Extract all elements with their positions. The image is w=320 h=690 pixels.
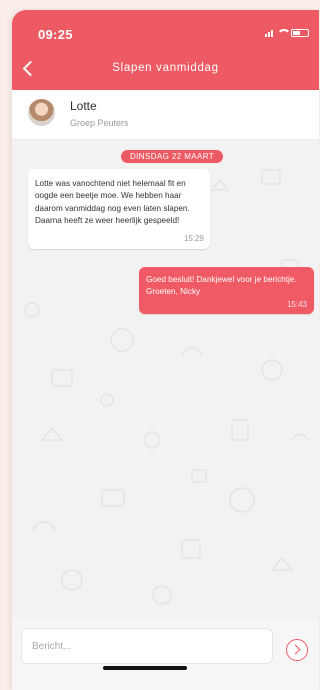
- message-outgoing[interactable]: Goed besluit! Dankjewel voor je berichtj…: [139, 267, 314, 314]
- message-text: Lotte was vanochtend niet helemaal fit e…: [35, 179, 190, 226]
- app-header: 09:25 Slapen vanmiddag: [12, 10, 319, 90]
- message-composer: [12, 620, 319, 690]
- phone-screen: 09:25 Slapen vanmiddag Lotte Groep Peute…: [12, 10, 319, 690]
- contact-group: Groep Peuters: [70, 118, 129, 128]
- battery-icon: [291, 29, 309, 37]
- chat-area[interactable]: DINSDAG 22 MAART Lotte was vanochtend ni…: [12, 140, 319, 620]
- message-time: 15:43: [286, 299, 307, 309]
- contact-header[interactable]: Lotte Groep Peuters: [12, 90, 319, 140]
- message-input[interactable]: [21, 628, 273, 664]
- home-indicator: [103, 666, 187, 670]
- signal-icon: [265, 29, 273, 37]
- avatar: [28, 99, 55, 126]
- status-time: 09:25: [38, 27, 73, 42]
- page-title: Slapen vanmiddag: [112, 62, 219, 74]
- message-text: Goed besluit! Dankjewel voor je berichtj…: [146, 275, 297, 297]
- wifi-icon: [277, 29, 291, 37]
- status-icons: [265, 29, 309, 37]
- contact-name: Lotte: [70, 99, 97, 113]
- message-time: 15:29: [183, 233, 204, 243]
- send-button[interactable]: [286, 639, 308, 661]
- message-incoming[interactable]: Lotte was vanochtend niet helemaal fit e…: [28, 169, 210, 249]
- date-separator: DINSDAG 22 MAART: [121, 150, 224, 163]
